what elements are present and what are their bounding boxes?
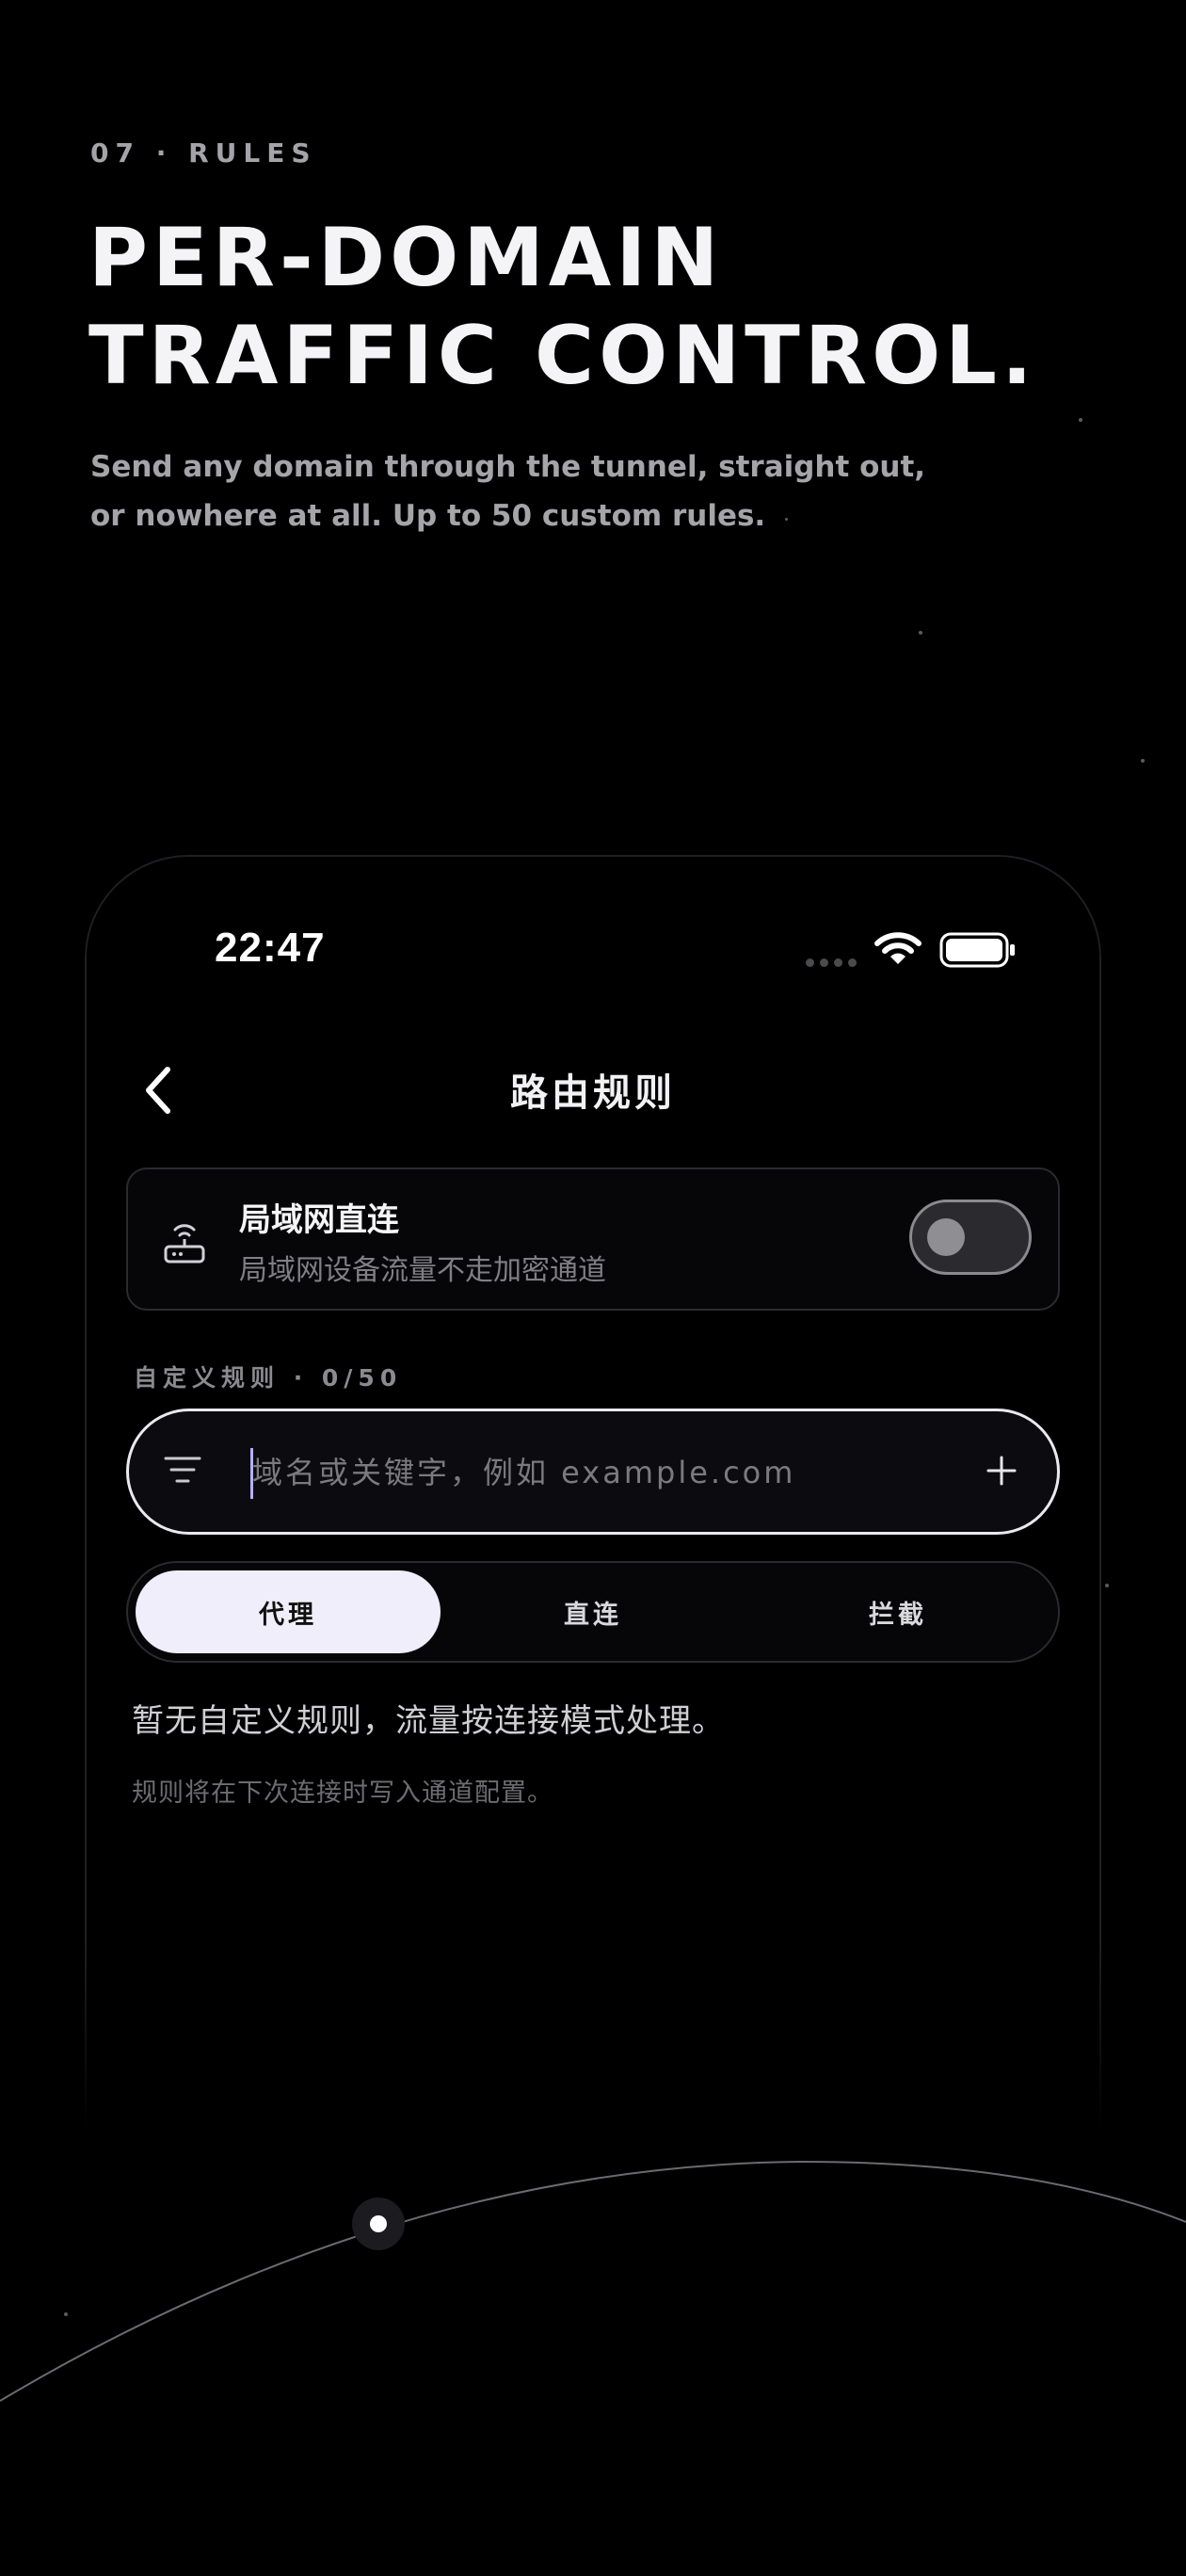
star-decoration (1141, 759, 1145, 763)
lan-direct-subtitle: 局域网设备流量不走加密通道 (239, 1254, 606, 1287)
star-decoration (919, 631, 922, 635)
lan-direct-toggle[interactable] (909, 1199, 1032, 1275)
battery-icon (939, 932, 1017, 972)
rule-mode-selector: 代理 直连 拦截 (126, 1561, 1060, 1663)
section-eyebrow: 07 · RULES (90, 137, 317, 169)
router-icon (162, 1218, 207, 1269)
headline-line-2: TRAFFIC CONTROL. (88, 309, 1037, 403)
orbit-node (370, 2215, 387, 2232)
page-title: 路由规则 (510, 1071, 676, 1115)
status-time: 22:47 (215, 925, 326, 971)
mode-block-tab[interactable]: 拦截 (745, 1570, 1050, 1653)
chevron-left-icon (146, 1067, 170, 1114)
page-subheadline: Send any domain through the tunnel, stra… (90, 443, 938, 540)
cellular-signal-icon (806, 958, 857, 967)
mode-proxy-tab[interactable]: 代理 (136, 1570, 441, 1653)
mode-direct-tab[interactable]: 直连 (441, 1570, 745, 1653)
toggle-knob (927, 1218, 965, 1256)
lan-direct-title: 局域网直连 (239, 1201, 399, 1239)
subheadline-line-2: or nowhere at all. Up to 50 custom rules… (90, 499, 766, 533)
empty-state-title: 暂无自定义规则，流量按连接模式处理。 (132, 1702, 725, 1740)
custom-rules-label: 自定义规则 · 0/50 (134, 1364, 403, 1392)
star-decoration (1105, 1584, 1109, 1587)
plus-icon (986, 1456, 1017, 1486)
add-rule-button[interactable] (983, 1452, 1020, 1489)
domain-rule-input[interactable] (252, 1444, 949, 1501)
filter-icon[interactable] (164, 1456, 201, 1488)
star-decoration (1079, 418, 1082, 422)
wifi-icon (873, 930, 922, 972)
page-headline: PER-DOMAIN TRAFFIC CONTROL. (88, 209, 1037, 405)
subheadline-line-1: Send any domain through the tunnel, stra… (90, 450, 926, 484)
orbit-decoration (0, 2160, 1186, 2402)
headline-line-1: PER-DOMAIN (88, 211, 724, 305)
empty-state-subtitle: 规则将在下次连接时写入通道配置。 (132, 1779, 553, 1808)
back-button[interactable] (130, 1058, 186, 1122)
